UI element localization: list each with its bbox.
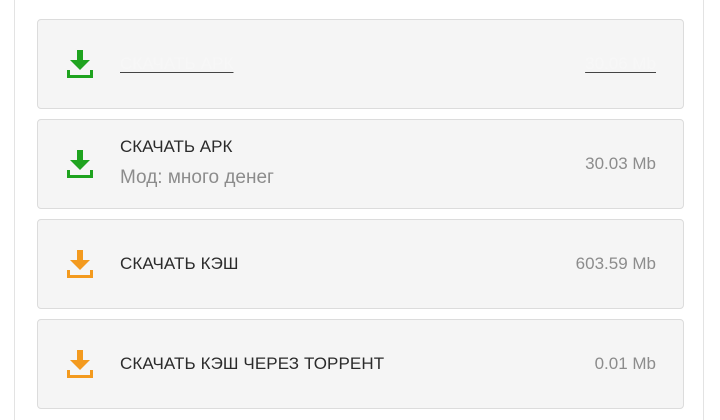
download-icon [65,248,95,280]
download-icon [65,148,95,180]
download-label-block: СКАЧАТЬ АРК Мод: много денег [120,137,274,189]
download-label: СКАЧАТЬ АРК [120,54,234,73]
download-apk-mod-button[interactable]: СКАЧАТЬ АРК Мод: много денег 30.03 Mb [37,119,684,209]
file-size: 0.01 Mb [594,354,656,373]
download-label: СКАЧАТЬ КЭШ ЧЕРЕЗ ТОРРЕНТ [120,354,385,373]
download-cache-button[interactable]: СКАЧАТЬ КЭШ 603.59 Mb [37,219,684,309]
mod-description: Мод: много денег [120,167,274,188]
download-icon [65,48,95,80]
download-icon [65,348,95,380]
download-label: СКАЧАТЬ КЭШ [120,254,239,273]
download-label: СКАЧАТЬ АРК [120,137,233,156]
file-size: 30.06 Mb [585,54,656,73]
file-size: 30.03 Mb [585,154,656,173]
download-cache-torrent-button[interactable]: СКАЧАТЬ КЭШ ЧЕРЕЗ ТОРРЕНТ 0.01 Mb [37,319,684,409]
file-size: 603.59 Mb [575,254,656,273]
download-apk-button[interactable]: СКАЧАТЬ АРК 30.06 Mb [37,19,684,109]
